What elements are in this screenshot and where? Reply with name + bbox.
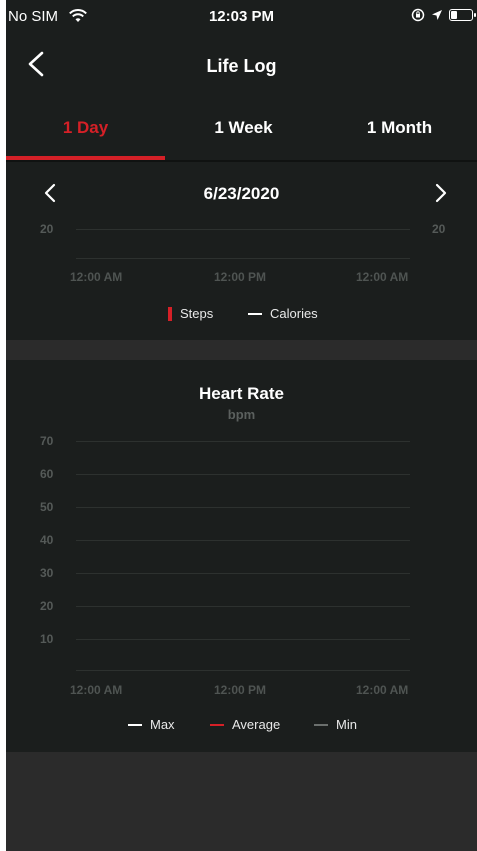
x-tick-label: 12:00 AM	[356, 683, 409, 697]
legend-steps: Steps	[168, 306, 213, 321]
grid-line	[76, 441, 410, 442]
x-tick-label: 12:00 PM	[214, 270, 267, 284]
y-tick-label: 30	[40, 566, 54, 580]
activity-chart-card: 6/23/2020 20 20 12:00 AM 12:00 PM 12:00 …	[6, 166, 477, 340]
y-tick-label: 60	[40, 467, 54, 481]
max-swatch	[128, 723, 142, 726]
calories-swatch	[248, 312, 262, 315]
y-tick-label: 20	[40, 599, 54, 613]
y-tick-label: 10	[40, 632, 54, 646]
legend-average: Average	[210, 717, 280, 732]
left-axis-label: 20	[40, 222, 54, 236]
grid-line	[76, 258, 410, 259]
min-swatch	[314, 723, 328, 726]
grid-line	[76, 507, 410, 508]
y-tick-label: 70	[40, 434, 54, 448]
section-separator	[6, 340, 477, 360]
legend-max: Max	[128, 717, 175, 732]
grid-line	[76, 573, 410, 574]
tab-1-day[interactable]: 1 Day	[6, 118, 165, 138]
x-tick-label: 12:00 PM	[214, 683, 267, 697]
legend-label: Steps	[180, 306, 214, 321]
y-tick-label: 40	[40, 533, 54, 547]
right-axis-label: 20	[432, 222, 446, 236]
legend-label: Min	[336, 717, 357, 732]
location-arrow-icon	[432, 10, 442, 20]
legend-label: Average	[232, 717, 281, 732]
x-tick-label: 12:00 AM	[70, 270, 123, 284]
next-day-button[interactable]	[431, 182, 451, 204]
tab-1-month[interactable]: 1 Month	[322, 118, 477, 138]
bottom-empty-area	[6, 752, 477, 851]
grid-line	[76, 474, 410, 475]
status-bar: No SIM 12:03 PM	[6, 0, 477, 32]
page-title: Life Log	[206, 56, 277, 76]
app-screen: No SIM 12:03 PM Life Log 1 Day 1 Week 1 …	[6, 0, 477, 851]
range-tabs: 1 Day 1 Week 1 Month	[6, 94, 477, 162]
date-navigator: 6/23/2020	[6, 166, 477, 218]
tab-1-week[interactable]: 1 Week	[165, 118, 322, 138]
grid-line	[76, 229, 410, 230]
tabs-divider	[6, 160, 477, 162]
battery-icon	[449, 9, 476, 21]
heart-rate-card: Heart Rate bpm 70 60 50 40 30 20 10 12:0…	[6, 360, 477, 750]
y-tick-label: 50	[40, 500, 54, 514]
grid-line	[76, 606, 410, 607]
legend-label: Calories	[270, 306, 318, 321]
average-swatch	[210, 723, 224, 726]
grid-line	[76, 639, 410, 640]
status-time: 12:03 PM	[208, 8, 275, 25]
legend-min: Min	[314, 717, 357, 732]
legend-calories: Calories	[248, 306, 318, 321]
x-axis-line	[76, 670, 410, 671]
status-right-icons	[411, 8, 476, 22]
legend-label: Max	[150, 717, 175, 732]
grid-line	[76, 540, 410, 541]
x-tick-label: 12:00 AM	[70, 683, 123, 697]
heart-rate-title: Heart Rate	[198, 384, 285, 403]
orientation-lock-icon	[411, 8, 425, 22]
x-tick-label: 12:00 AM	[356, 270, 409, 284]
nav-bar: Life Log	[6, 32, 477, 94]
heart-rate-unit: bpm	[227, 407, 256, 422]
steps-swatch	[168, 306, 172, 321]
current-date: 6/23/2020	[203, 184, 280, 203]
